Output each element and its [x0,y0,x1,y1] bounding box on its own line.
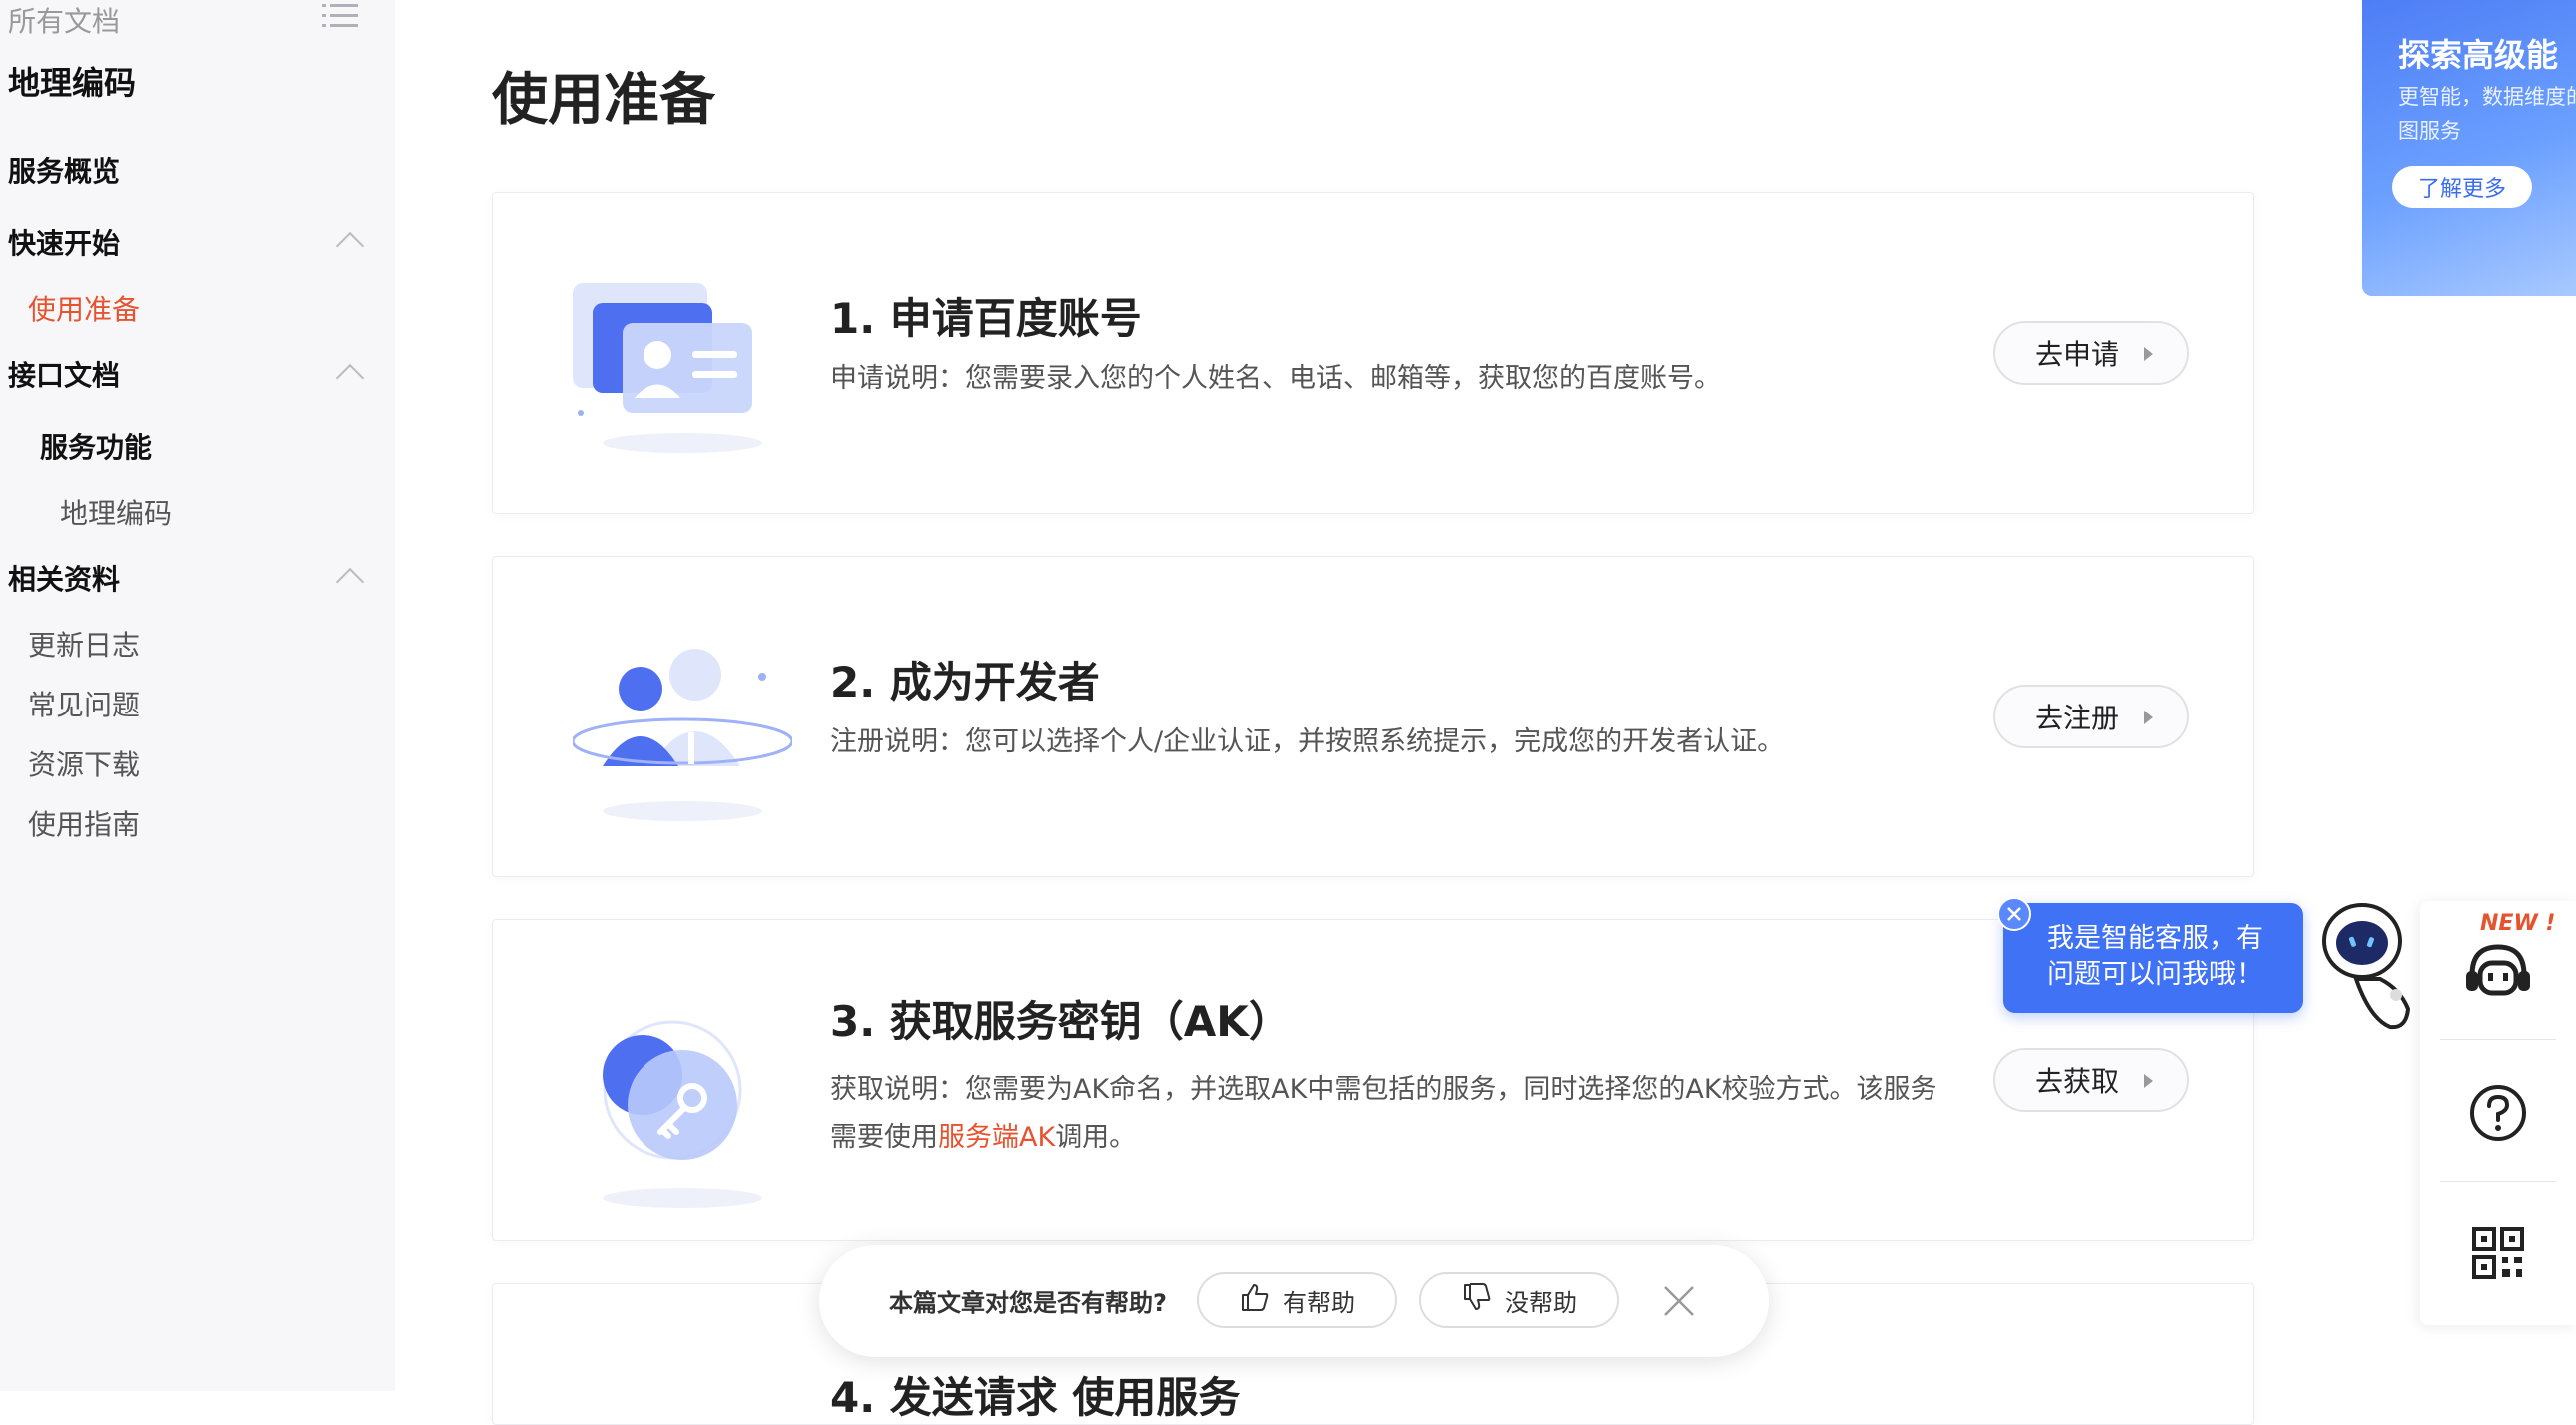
chevron-up-icon[interactable] [335,231,365,261]
right-toolbar: NEW ! [2420,901,2576,1325]
close-icon[interactable] [1997,897,2031,931]
chat-message: 我是智能客服，有问题可以问我哦！ [2047,923,2263,990]
step-description: 获取说明：您需要为AK命名，并选取AK中需包括的服务，同时选择您的AK校验方式。… [830,1066,1959,1162]
chevron-up-icon[interactable] [335,567,365,597]
help-question-icon[interactable] [2458,1073,2538,1153]
get-key-button-label: 去获取 [2035,1065,2120,1098]
not-helpful-label: 没帮助 [1505,1288,1577,1317]
step-description-text-end: 调用。 [1055,1122,1137,1153]
users-icon [571,647,794,866]
sidebar-item-guide[interactable]: 使用指南 [28,803,140,843]
id-card-icon [573,263,792,483]
not-helpful-button[interactable]: 没帮助 [1419,1272,1619,1328]
chat-bubble[interactable]: 我是智能客服，有问题可以问我哦！ [1997,897,2303,1013]
thumbs-up-icon [1239,1281,1271,1319]
close-icon[interactable] [1659,1281,1699,1321]
key-icon [573,1020,792,1240]
get-key-button[interactable]: 去获取 [1993,1048,2189,1112]
sidebar-item-downloads[interactable]: 资源下载 [28,743,140,783]
sidebar-item-api-docs[interactable]: 接口文档 [8,354,120,394]
feedback-bar: 本篇文章对您是否有帮助? 有帮助 没帮助 [819,1245,1769,1357]
sidebar: 所有文档 地理编码 服务概览 快速开始 使用准备 接口文档 服务功能 地理编码 … [0,0,395,1391]
page-title: 使用准备 [492,68,715,133]
sidebar-item-preparation[interactable]: 使用准备 [28,288,140,328]
register-button-label: 去注册 [2035,702,2120,734]
chevron-up-icon[interactable] [335,363,365,393]
step-description: 注册说明：您可以选择个人/企业认证，并按照系统提示，完成您的开发者认证。 [830,726,1785,757]
menu-list-icon[interactable] [322,2,358,30]
step-card-account: 1. 申请百度账号 申请说明：您需要录入您的个人姓名、电话、邮箱等，获取您的百度… [492,192,2254,514]
sidebar-item-quickstart[interactable]: 快速开始 [8,222,120,262]
learn-more-button[interactable]: 了解更多 [2392,166,2532,208]
promo-description: 更智能，数据维度的地图服务 [2398,85,2576,143]
sidebar-title: 地理编码 [8,64,137,102]
sidebar-item-changelog[interactable]: 更新日志 [28,624,140,664]
thumbs-down-icon [1461,1281,1493,1319]
helpful-button[interactable]: 有帮助 [1197,1272,1397,1328]
step-card-developer: 2. 成为开发者 注册说明：您可以选择个人/企业认证，并按照系统提示，完成您的开… [492,556,2254,877]
sidebar-item-service-features[interactable]: 服务功能 [40,426,152,466]
caret-right-icon [2144,347,2153,361]
robot-mascot-icon[interactable] [2320,899,2420,1039]
promo-banner[interactable]: 探索高级能 更智能，数据维度的地图服务 了解更多 [2362,0,2576,296]
apply-button-label: 去申请 [2035,338,2120,371]
sidebar-item-geocoding[interactable]: 地理编码 [60,492,172,532]
sidebar-item-faq[interactable]: 常见问题 [28,684,140,723]
helpful-label: 有帮助 [1283,1288,1355,1317]
register-button[interactable]: 去注册 [1993,685,2189,748]
caret-right-icon [2144,711,2153,724]
apply-button[interactable]: 去申请 [1993,321,2189,385]
toolbar-divider [2440,1181,2556,1182]
step-card-ak: 3. 获取服务密钥（AK） 获取说明：您需要为AK命名，并选取AK中需包括的服务… [492,919,2254,1241]
sidebar-item-overview[interactable]: 服务概览 [8,150,120,190]
step-title: 1. 申请百度账号 [830,294,1142,343]
all-docs-link[interactable]: 所有文档 [8,0,120,40]
step-title: 2. 成为开发者 [830,658,1100,707]
sidebar-item-resources[interactable]: 相关资料 [8,558,120,598]
customer-service-icon[interactable] [2458,931,2538,1011]
step-description: 申请说明：您需要录入您的个人姓名、电话、邮箱等，获取您的百度账号。 [830,363,1721,394]
caret-right-icon [2144,1074,2153,1088]
qr-code-icon[interactable] [2458,1213,2538,1293]
step-title: 3. 获取服务密钥（AK） [830,997,1291,1046]
server-ak-link[interactable]: 服务端AK [938,1122,1055,1153]
toolbar-divider [2440,1039,2556,1040]
promo-title: 探索高级能 [2398,36,2559,74]
step-title: 4. 发送请求 使用服务 [830,1373,1241,1422]
feedback-question: 本篇文章对您是否有帮助? [889,1289,1167,1317]
